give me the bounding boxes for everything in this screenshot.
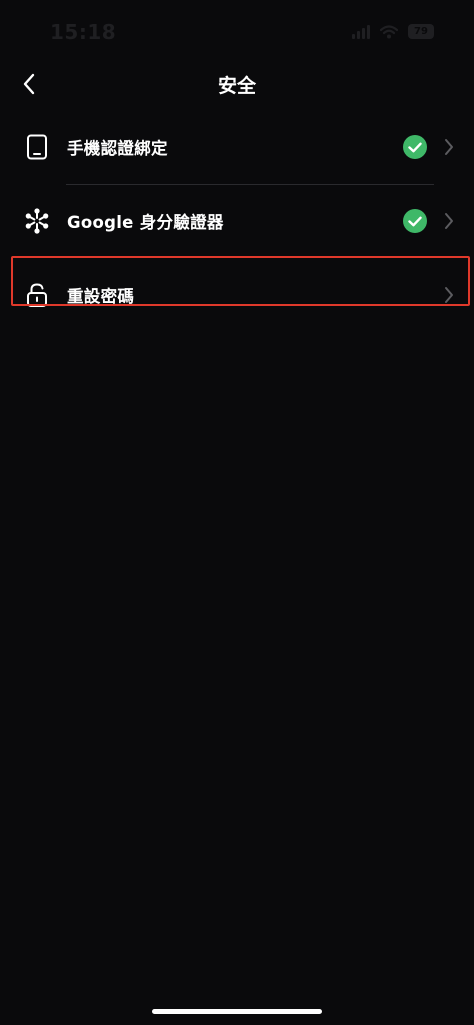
list-item-phone-binding[interactable]: 手機認證綁定 [0, 110, 474, 184]
list-item-google-authenticator[interactable]: Google 身分驗證器 [0, 184, 474, 258]
status-time: 15:18 [50, 20, 117, 44]
home-indicator [152, 1009, 322, 1014]
status-icons: 79 [352, 24, 434, 39]
list-item-label: 重設密碼 [67, 287, 135, 306]
status-bar: 15:18 79 [0, 0, 474, 62]
security-list: 手機認證綁定 Google 身分驗證器 重設密碼 [0, 110, 474, 332]
signal-icon [352, 24, 370, 39]
row-right [403, 184, 454, 258]
header: 安全 [0, 62, 474, 106]
screen: 15:18 79 安全 手機認證綁定 Google 身分驗證器 重設密碼 [0, 0, 474, 1025]
list-item-label: Google 身分驗證器 [67, 213, 224, 232]
chevron-right-icon [444, 286, 454, 304]
wifi-icon [380, 24, 398, 39]
check-icon [403, 209, 427, 233]
battery-icon: 79 [408, 24, 434, 39]
list-item-label: 手機認證綁定 [67, 139, 168, 158]
chevron-right-icon [444, 138, 454, 156]
unlock-icon [24, 282, 50, 308]
row-right [403, 110, 454, 184]
row-right [444, 258, 454, 332]
page-title: 安全 [217, 75, 256, 97]
chevron-right-icon [444, 212, 454, 230]
google-authenticator-icon [24, 208, 50, 234]
list-item-reset-password[interactable]: 重設密碼 [0, 258, 474, 332]
check-icon [403, 135, 427, 159]
phone-icon [24, 134, 50, 160]
